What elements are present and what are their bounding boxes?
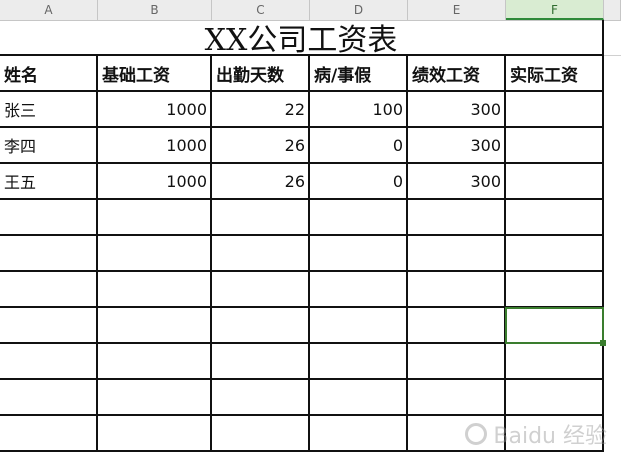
empty-cell[interactable]	[98, 200, 212, 236]
empty-cell[interactable]	[212, 308, 310, 344]
empty-cell[interactable]	[310, 200, 408, 236]
title-row-extra-cell[interactable]	[604, 20, 621, 56]
empty-cell[interactable]	[408, 344, 506, 380]
data-cell[interactable]: 26	[212, 164, 310, 200]
empty-cell[interactable]	[506, 272, 604, 308]
header-cell[interactable]: 实际工资	[506, 56, 604, 92]
empty-cell[interactable]	[310, 344, 408, 380]
empty-cell[interactable]	[310, 236, 408, 272]
data-cell[interactable]: 100	[310, 92, 408, 128]
data-cell[interactable]: 1000	[98, 164, 212, 200]
header-cell[interactable]: 病/事假	[310, 56, 408, 92]
active-cell-selection[interactable]	[505, 307, 606, 346]
empty-cell[interactable]	[506, 344, 604, 380]
data-cell[interactable]: 李四	[0, 128, 98, 164]
header-cell[interactable]: 绩效工资	[408, 56, 506, 92]
empty-cell[interactable]	[408, 236, 506, 272]
data-cell[interactable]	[506, 128, 604, 164]
empty-cell[interactable]	[212, 272, 310, 308]
empty-cell[interactable]	[310, 416, 408, 452]
empty-cell[interactable]	[408, 272, 506, 308]
data-cell[interactable]: 张三	[0, 92, 98, 128]
empty-cell[interactable]	[408, 200, 506, 236]
column-header-f[interactable]: F	[506, 0, 604, 20]
data-cell[interactable]: 300	[408, 128, 506, 164]
column-header-e[interactable]: E	[408, 0, 506, 20]
empty-cell[interactable]	[506, 380, 604, 416]
spreadsheet-grid: XX公司工资表 姓名 基础工资 出勤天数 病/事假 绩效工资 实际工资 张三 1000 22 10…	[0, 20, 621, 476]
watermark: Baidu 经验	[465, 418, 607, 450]
empty-cell[interactable]	[0, 236, 98, 272]
empty-cell[interactable]	[408, 308, 506, 344]
empty-cell[interactable]	[0, 416, 98, 452]
data-cell[interactable]: 1000	[98, 128, 212, 164]
sheet-title[interactable]: XX公司工资表	[0, 20, 604, 58]
empty-cell[interactable]	[212, 236, 310, 272]
data-cell[interactable]: 300	[408, 164, 506, 200]
empty-cell[interactable]	[0, 272, 98, 308]
empty-cell[interactable]	[98, 416, 212, 452]
empty-cell[interactable]	[212, 416, 310, 452]
data-cell[interactable]: 1000	[98, 92, 212, 128]
watermark-text: Baidu 经验	[493, 424, 607, 449]
empty-cell[interactable]	[310, 380, 408, 416]
column-header-g[interactable]	[604, 0, 621, 20]
empty-cell[interactable]	[98, 308, 212, 344]
header-cell[interactable]: 姓名	[0, 56, 98, 92]
data-cell[interactable]	[506, 164, 604, 200]
empty-cell[interactable]	[0, 308, 98, 344]
empty-cell[interactable]	[98, 236, 212, 272]
empty-cell[interactable]	[506, 200, 604, 236]
empty-cell[interactable]	[98, 344, 212, 380]
data-cell[interactable]: 0	[310, 128, 408, 164]
header-cell[interactable]: 基础工资	[98, 56, 212, 92]
empty-cell[interactable]	[0, 380, 98, 416]
data-cell[interactable]: 26	[212, 128, 310, 164]
column-header-b[interactable]: B	[98, 0, 212, 20]
column-header-a[interactable]: A	[0, 0, 98, 20]
empty-cell[interactable]	[506, 236, 604, 272]
empty-cell[interactable]	[98, 272, 212, 308]
empty-cell[interactable]	[0, 344, 98, 380]
empty-cell[interactable]	[408, 380, 506, 416]
empty-cell[interactable]	[0, 200, 98, 236]
header-cell[interactable]: 出勤天数	[212, 56, 310, 92]
data-cell[interactable]: 22	[212, 92, 310, 128]
empty-cell[interactable]	[310, 308, 408, 344]
data-cell[interactable]: 王五	[0, 164, 98, 200]
fill-handle[interactable]	[600, 340, 606, 346]
empty-cell[interactable]	[98, 380, 212, 416]
data-cell[interactable]	[506, 92, 604, 128]
empty-cell[interactable]	[212, 380, 310, 416]
empty-cell[interactable]	[212, 344, 310, 380]
empty-cell[interactable]	[212, 200, 310, 236]
data-cell[interactable]: 0	[310, 164, 408, 200]
data-cell[interactable]: 300	[408, 92, 506, 128]
empty-cell[interactable]	[310, 272, 408, 308]
baidu-logo-icon	[465, 423, 488, 445]
